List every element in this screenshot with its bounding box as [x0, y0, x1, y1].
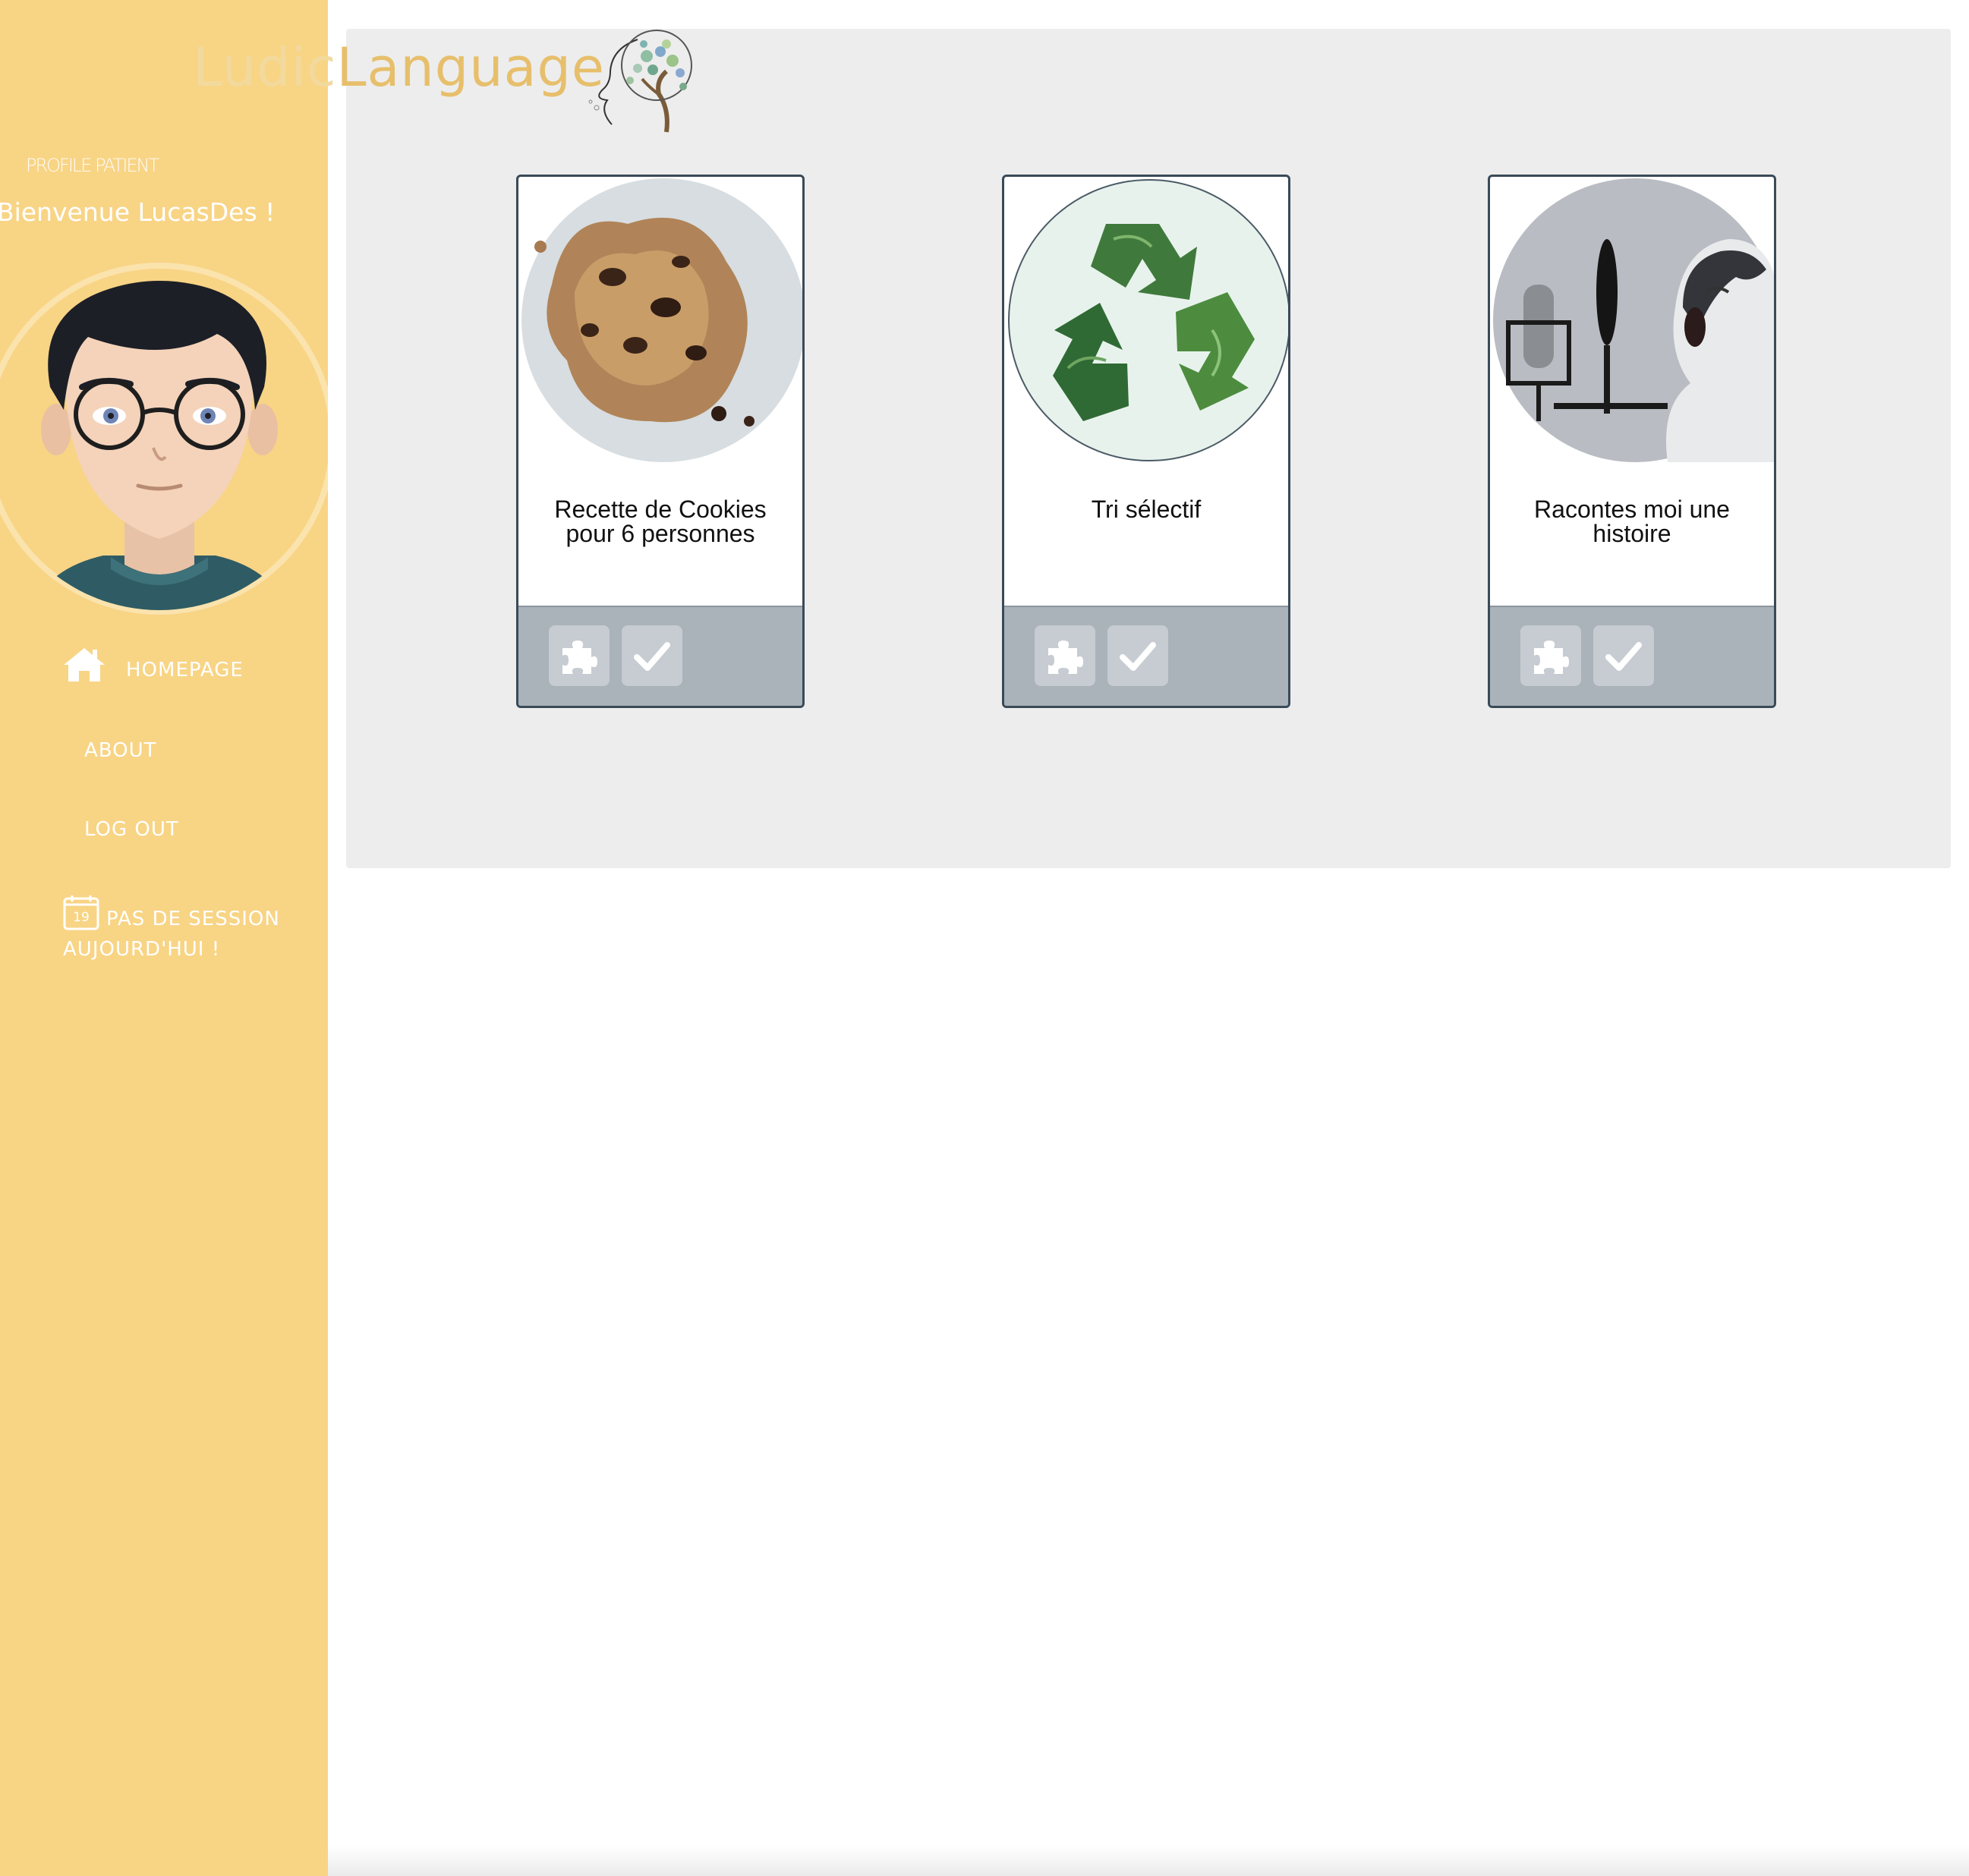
- puzzle-icon: [1048, 641, 1083, 674]
- check-icon: [1605, 642, 1642, 671]
- profile-label: PROFILE PATIENT: [26, 155, 159, 176]
- app-logo-text: LudicLanguage: [193, 36, 605, 99]
- card-title: Racontes moi une histoire: [1534, 496, 1730, 547]
- sidebar: PROFILE PATIENT Bienvenue LucasDes ! HOM…: [0, 0, 328, 1876]
- complete-button[interactable]: [622, 625, 682, 686]
- puzzle-button[interactable]: [1520, 625, 1581, 686]
- card-title: Recette de Cookies pour 6 personnes: [554, 496, 767, 547]
- logo-tree-icon: [588, 30, 692, 133]
- page-bottom-shadow: [328, 1846, 1969, 1876]
- check-icon: [1120, 642, 1156, 671]
- calendar-icon: 19: [63, 896, 99, 930]
- puzzle-button[interactable]: [549, 625, 610, 686]
- activity-card[interactable]: Racontes moi une histoire: [1488, 175, 1776, 708]
- nav-homepage[interactable]: HOMEPAGE: [126, 659, 244, 681]
- home-icon[interactable]: [62, 647, 106, 683]
- activity-card[interactable]: Tri sélectif: [1002, 175, 1290, 708]
- avatar: [0, 263, 328, 615]
- boy-microphone-photo: [1493, 178, 1774, 462]
- calendar-day: 19: [73, 910, 90, 925]
- check-icon: [634, 642, 670, 671]
- card-footer: [1004, 606, 1288, 706]
- puzzle-icon: [1534, 641, 1569, 674]
- card-footer: [518, 606, 802, 706]
- nav-logout[interactable]: LOG OUT: [84, 818, 179, 841]
- session-status-line2: AUJOURD'HUI !: [63, 938, 221, 961]
- activity-card[interactable]: Recette de Cookies pour 6 personnes: [516, 175, 805, 708]
- card-title: Tri sélectif: [1091, 496, 1202, 523]
- complete-button[interactable]: [1107, 625, 1168, 686]
- card-footer: [1490, 606, 1774, 706]
- complete-button[interactable]: [1593, 625, 1654, 686]
- puzzle-button[interactable]: [1035, 625, 1095, 686]
- recycle-leaves-photo: [1008, 179, 1288, 461]
- puzzle-icon: [562, 641, 597, 674]
- cookie-photo: [521, 178, 802, 462]
- nav-about[interactable]: ABOUT: [84, 739, 157, 762]
- welcome-message: Bienvenue LucasDes !: [0, 197, 276, 227]
- session-status-line1: PAS DE SESSION: [106, 908, 280, 930]
